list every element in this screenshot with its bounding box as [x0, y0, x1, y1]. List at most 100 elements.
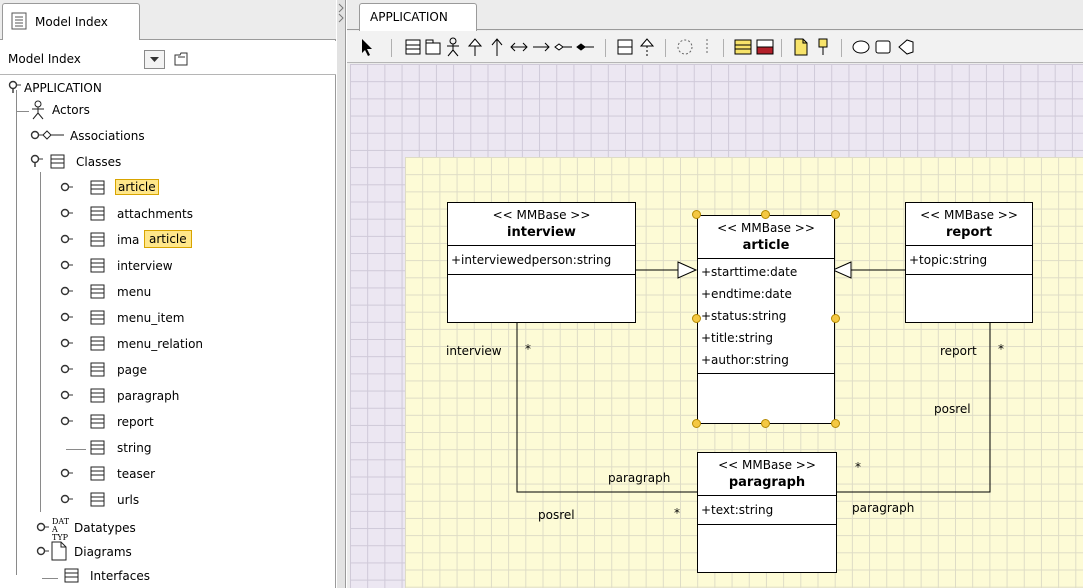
- attribute[interactable]: +author:string: [701, 349, 831, 371]
- composition-icon[interactable]: [575, 37, 595, 57]
- uml-class-interview[interactable]: << MMBase >> interview +interviewedperso…: [447, 202, 636, 323]
- new-diagram-icon[interactable]: [791, 37, 811, 57]
- tree-item-class-interview[interactable]: interview: [60, 256, 280, 278]
- uml-class-article[interactable]: << MMBase >> article +starttime:date +en…: [697, 215, 835, 424]
- diagram-canvas[interactable]: << MMBase >> interview +interviewedperso…: [350, 64, 1083, 588]
- selection-handle[interactable]: [831, 314, 840, 323]
- collapsed-toggle-icon[interactable]: [36, 520, 50, 534]
- collapsed-toggle-icon[interactable]: [60, 232, 74, 246]
- rectangle-icon[interactable]: [873, 37, 893, 57]
- tree-item-class-ima[interactable]: ima article: [60, 230, 280, 252]
- color-fill-red-icon[interactable]: [755, 37, 775, 57]
- expanded-toggle-icon[interactable]: [8, 80, 22, 94]
- multiplicity-label[interactable]: *: [674, 506, 680, 520]
- polygon-icon[interactable]: [895, 37, 915, 57]
- association-icon[interactable]: [509, 37, 529, 57]
- generalization-icon[interactable]: [465, 37, 485, 57]
- uml-class-report[interactable]: << MMBase >> report +topic:string: [905, 202, 1033, 323]
- attribute[interactable]: +text:string: [701, 499, 833, 521]
- model-index-select-value[interactable]: Model Index: [8, 52, 81, 66]
- selection-handle[interactable]: [831, 210, 840, 219]
- class-icon: [90, 490, 106, 510]
- role-label[interactable]: paragraph: [608, 471, 670, 485]
- ellipse-icon[interactable]: [851, 37, 871, 57]
- pointer-icon[interactable]: [357, 37, 377, 57]
- tree-item-class-paragraph[interactable]: paragraph: [60, 386, 280, 408]
- pin-icon[interactable]: [813, 37, 833, 57]
- attribute[interactable]: +interviewedperson:string: [451, 249, 632, 271]
- tree-item-class-page[interactable]: page: [60, 360, 280, 382]
- posrel-association-interview[interactable]: [516, 322, 697, 493]
- collapsed-toggle-icon[interactable]: [60, 258, 74, 272]
- attribute[interactable]: +title:string: [701, 327, 831, 349]
- uml-class-paragraph[interactable]: << MMBase >> paragraph +text:string: [697, 452, 837, 573]
- note-icon[interactable]: [675, 37, 695, 57]
- tab-model-index[interactable]: Model Index: [2, 3, 140, 40]
- selection-handle[interactable]: [761, 419, 770, 428]
- collapsed-toggle-icon[interactable]: [60, 388, 74, 402]
- attribute[interactable]: +starttime:date: [701, 261, 831, 283]
- tree-item-class-urls[interactable]: urls: [60, 490, 280, 512]
- actor-icon[interactable]: [443, 37, 463, 57]
- role-label[interactable]: report: [940, 344, 977, 358]
- tree-item-class-article[interactable]: article: [60, 178, 280, 200]
- dropdown-button[interactable]: [144, 50, 165, 69]
- selection-handle[interactable]: [692, 210, 701, 219]
- collapsed-toggle-icon[interactable]: [60, 336, 74, 350]
- anchor-icon[interactable]: [697, 37, 717, 57]
- collapsed-toggle-icon[interactable]: [60, 310, 74, 324]
- tree-item-application[interactable]: APPLICATION: [4, 78, 304, 100]
- tree-item-class-menu[interactable]: menu: [60, 282, 280, 304]
- tree-item-classes[interactable]: Classes: [30, 152, 230, 174]
- open-folder-icon[interactable]: [172, 49, 192, 69]
- multiplicity-label[interactable]: *: [998, 342, 1004, 356]
- selection-handle[interactable]: [692, 419, 701, 428]
- tooltip: article: [144, 230, 192, 248]
- panel-splitter[interactable]: [337, 0, 346, 588]
- multiplicity-label[interactable]: *: [855, 460, 861, 474]
- package-icon[interactable]: [423, 37, 443, 57]
- tree-item-associations[interactable]: Associations: [30, 126, 230, 148]
- selection-handle[interactable]: [692, 314, 701, 323]
- collapsed-toggle-icon[interactable]: [36, 544, 50, 558]
- attribute[interactable]: +endtime:date: [701, 283, 831, 305]
- collapsed-toggle-icon[interactable]: [60, 180, 74, 194]
- editor-tabbar: APPLICATION: [347, 0, 1083, 31]
- role-label[interactable]: posrel: [538, 508, 575, 522]
- tree-item-interfaces[interactable]: Interfaces: [36, 566, 256, 588]
- role-label[interactable]: posrel: [934, 402, 971, 416]
- collapsed-toggle-icon[interactable]: [60, 414, 74, 428]
- collapsed-toggle-icon[interactable]: [60, 284, 74, 298]
- tree-item-class-string[interactable]: string: [60, 438, 280, 460]
- selection-handle[interactable]: [761, 210, 770, 219]
- tree-item-datatypes[interactable]: DATA TYPE Datatypes: [36, 518, 256, 550]
- collapsed-toggle-icon[interactable]: [60, 466, 74, 480]
- role-label[interactable]: paragraph: [852, 501, 914, 515]
- tree-item-class-report[interactable]: report: [60, 412, 280, 434]
- tree-item-class-attachments[interactable]: attachments: [60, 204, 280, 226]
- tree-item-class-teaser[interactable]: teaser: [60, 464, 280, 486]
- attribute[interactable]: +status:string: [701, 305, 831, 327]
- aggregation-icon[interactable]: [553, 37, 573, 57]
- tree-item-label: ima: [117, 233, 140, 247]
- tree-item-actors[interactable]: Actors: [30, 100, 230, 122]
- collapsed-toggle-icon[interactable]: [60, 362, 74, 376]
- attribute[interactable]: +topic:string: [909, 249, 1029, 271]
- tree-item-class-menu-relation[interactable]: menu_relation: [60, 334, 280, 356]
- multiplicity-label[interactable]: *: [525, 342, 531, 356]
- tree-item-diagrams[interactable]: Diagrams: [36, 541, 256, 564]
- dependency-icon[interactable]: [487, 37, 507, 57]
- tree-item-class-menu-item[interactable]: menu_item: [60, 308, 280, 330]
- tab-application[interactable]: APPLICATION: [359, 3, 477, 31]
- expanded-toggle-icon[interactable]: [30, 154, 44, 168]
- collapsed-toggle-icon[interactable]: [60, 206, 74, 220]
- selection-handle[interactable]: [831, 419, 840, 428]
- color-fill-icon[interactable]: [733, 37, 753, 57]
- interface-icon[interactable]: [615, 37, 635, 57]
- attribute-compartment: +starttime:date +endtime:date +status:st…: [698, 259, 834, 374]
- directed-association-icon[interactable]: [531, 37, 551, 57]
- role-label[interactable]: interview: [446, 344, 502, 358]
- collapsed-toggle-icon[interactable]: [60, 492, 74, 506]
- realization-icon[interactable]: [637, 37, 657, 57]
- class-icon[interactable]: [403, 37, 423, 57]
